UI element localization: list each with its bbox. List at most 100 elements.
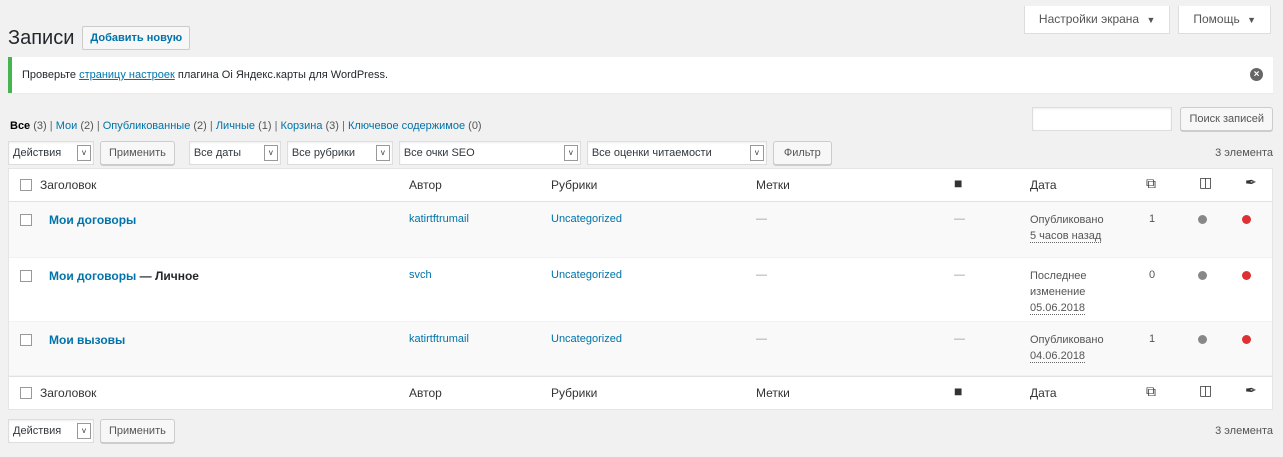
post-title-link[interactable]: Мои договоры	[49, 213, 136, 227]
post-title-link[interactable]: Мои договоры	[49, 269, 136, 283]
filter-private[interactable]: Личные	[216, 120, 255, 132]
bulk-action-value: Действия	[13, 425, 62, 437]
row-checkbox[interactable]	[20, 214, 32, 226]
post-tags: —	[756, 333, 767, 345]
column-date[interactable]: Дата	[1030, 386, 1057, 400]
post-comments: —	[954, 213, 965, 225]
add-new-button[interactable]: Добавить новую	[82, 26, 191, 50]
filter-published-count: (2)	[193, 120, 207, 132]
chevron-down-icon: v	[375, 145, 390, 161]
column-author: Автор	[409, 386, 442, 400]
post-category-link[interactable]: Uncategorized	[551, 333, 622, 345]
filter-mine-count: (2)	[80, 120, 94, 132]
admin-notice: Проверьте страницу настроек плагина Oi Я…	[8, 57, 1273, 93]
post-category-link[interactable]: Uncategorized	[551, 269, 622, 281]
category-filter-value: Все рубрики	[291, 147, 355, 159]
seo-filter-select[interactable]: Все очки SEO v	[398, 141, 581, 165]
bulk-action-value: Действия	[13, 147, 62, 159]
post-date-status: Последнее	[1030, 270, 1087, 282]
triangle-down-icon: ▼	[1247, 15, 1256, 25]
column-title[interactable]: Заголовок	[40, 386, 96, 400]
post-date: Опубликовано 04.06.2018	[1030, 332, 1104, 364]
search-button[interactable]: Поиск записей	[1180, 107, 1273, 131]
row-checkbox[interactable]	[20, 334, 32, 346]
post-author-link[interactable]: katirtftrumail	[409, 333, 469, 345]
items-count: 3 элемента	[1215, 147, 1273, 159]
post-state: — Личное	[136, 269, 199, 283]
status-filters: Все (3) | Мои (2) | Опубликованные (2) |…	[10, 120, 482, 132]
seo-score-dot	[1198, 335, 1207, 344]
post-author-link[interactable]: svch	[409, 269, 432, 281]
notice-settings-link[interactable]: страницу настроек	[79, 69, 175, 81]
post-links-count: 1	[1149, 333, 1156, 345]
posts-table: Заголовок Автор Рубрики Метки ■ Дата ⧉ ◫…	[8, 168, 1273, 410]
tablenav-top: Действия v Применить Все даты v Все рубр…	[8, 140, 1273, 166]
triangle-down-icon: ▼	[1146, 15, 1156, 25]
chevron-down-icon: v	[77, 423, 91, 439]
post-comments: —	[954, 333, 965, 345]
search-input[interactable]	[1032, 107, 1173, 131]
post-category-link[interactable]: Uncategorized	[551, 213, 622, 225]
table-header: Заголовок Автор Рубрики Метки ■ Дата ⧉ ◫…	[9, 169, 1272, 202]
post-date: Последнее изменение 05.06.2018	[1030, 268, 1087, 316]
post-date-value: 04.06.2018	[1030, 350, 1086, 363]
readability-icon: ✒	[1245, 174, 1257, 190]
chevron-down-icon: v	[563, 145, 578, 161]
apply-button[interactable]: Применить	[100, 141, 175, 165]
readability-icon: ✒	[1245, 382, 1257, 398]
column-date[interactable]: Дата	[1030, 178, 1057, 192]
readability-filter-select[interactable]: Все оценки читаемости v	[586, 141, 767, 165]
post-date-status: Опубликовано	[1030, 214, 1104, 226]
chevron-down-icon: v	[749, 145, 764, 161]
readability-dot	[1242, 215, 1251, 224]
post-comments: —	[954, 269, 965, 281]
post-date-value: 05.06.2018	[1030, 302, 1086, 315]
row-checkbox[interactable]	[20, 270, 32, 282]
bulk-action-select[interactable]: Действия v	[8, 419, 94, 443]
post-title-wrap: Мои договоры — Личное	[49, 269, 199, 283]
column-title[interactable]: Заголовок	[40, 178, 96, 192]
date-filter-value: Все даты	[193, 147, 242, 159]
select-all-checkbox[interactable]	[20, 387, 32, 399]
post-author-link[interactable]: katirtftrumail	[409, 213, 469, 225]
dismiss-icon[interactable]: ×	[1250, 68, 1263, 81]
filter-all[interactable]: Все	[10, 120, 30, 132]
page-title: Записи	[8, 26, 75, 49]
column-tags: Метки	[756, 178, 790, 192]
post-tags: —	[756, 213, 767, 225]
date-filter-select[interactable]: Все даты v	[188, 141, 281, 165]
post-links-count: 0	[1149, 269, 1156, 281]
column-categories: Рубрики	[551, 178, 598, 192]
filter-cornerstone[interactable]: Ключевое содержимое	[348, 120, 465, 132]
post-date-status: Опубликовано	[1030, 334, 1104, 346]
comment-bubble-icon[interactable]: ■	[954, 383, 962, 399]
readability-dot	[1242, 271, 1251, 280]
chevron-down-icon: v	[77, 145, 91, 161]
readability-filter-value: Все оценки читаемости	[591, 147, 712, 159]
internal-links-icon: ⧉	[1146, 383, 1156, 399]
filter-button[interactable]: Фильтр	[772, 141, 832, 165]
filter-published[interactable]: Опубликованные	[103, 120, 191, 132]
filter-mine[interactable]: Мои	[56, 120, 78, 132]
search-box: Поиск записей	[1032, 107, 1273, 131]
seo-score-icon: ◫	[1199, 382, 1213, 398]
bulk-action-select[interactable]: Действия v	[8, 141, 94, 165]
select-all-checkbox[interactable]	[20, 179, 32, 191]
category-filter-select[interactable]: Все рубрики v	[286, 141, 393, 165]
apply-button[interactable]: Применить	[100, 419, 175, 443]
comment-bubble-icon[interactable]: ■	[954, 175, 962, 191]
filter-trash[interactable]: Корзина	[281, 120, 323, 132]
screen-meta-links: Настройки экрана ▼ Помощь ▼	[1023, 6, 1271, 34]
table-row: Мои вызовы katirtftrumail Uncategorized …	[9, 322, 1272, 376]
page-header: Записи Добавить новую	[8, 26, 191, 50]
tablenav-bottom: Действия v Применить 3 элемента	[8, 418, 1273, 444]
seo-score-icon: ◫	[1199, 174, 1213, 190]
seo-filter-value: Все очки SEO	[403, 147, 475, 159]
post-title-link[interactable]: Мои вызовы	[49, 333, 125, 347]
help-button[interactable]: Помощь ▼	[1178, 6, 1271, 34]
readability-dot	[1242, 335, 1251, 344]
table-footer: Заголовок Автор Рубрики Метки ■ Дата ⧉ ◫…	[9, 376, 1272, 409]
post-tags: —	[756, 269, 767, 281]
screen-options-button[interactable]: Настройки экрана ▼	[1023, 6, 1171, 34]
table-row: Мои договоры — Личное svch Uncategorized…	[9, 258, 1272, 322]
